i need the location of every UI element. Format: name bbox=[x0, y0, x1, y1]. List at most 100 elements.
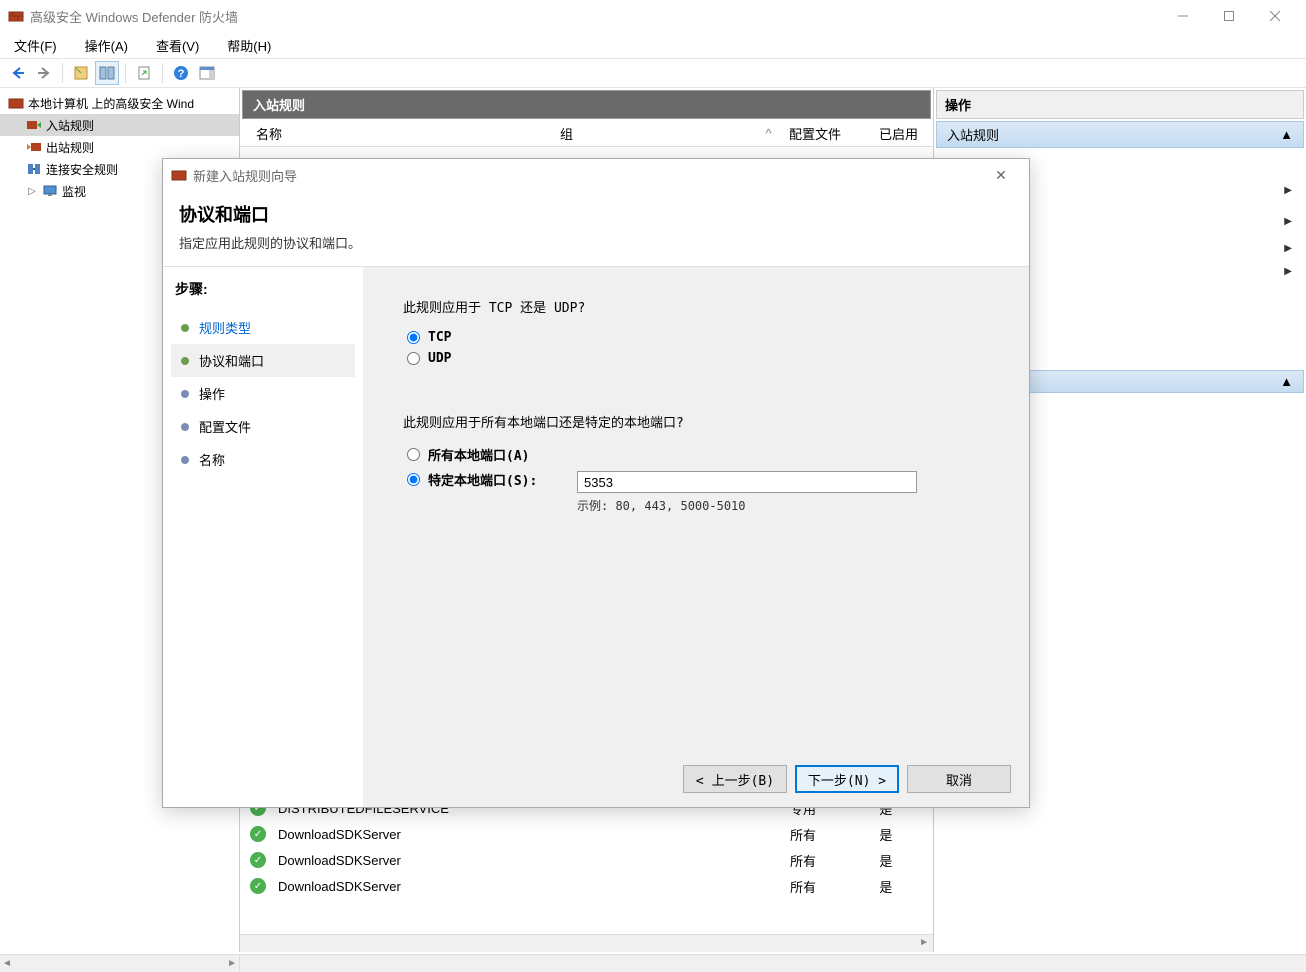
menu-file[interactable]: 文件(F) bbox=[6, 32, 65, 59]
toolbar-btn-view[interactable] bbox=[95, 61, 119, 85]
dialog-close-button[interactable]: ✕ bbox=[981, 161, 1021, 189]
col-enabled[interactable]: 已启用 bbox=[873, 124, 933, 143]
dialog-content: 此规则应用于 TCP 还是 UDP? TCP UDP 此规则应用于所有本地端口还… bbox=[363, 267, 1029, 807]
outbound-icon bbox=[26, 139, 42, 155]
rule-profile: 所有 bbox=[784, 825, 873, 844]
col-profile[interactable]: 配置文件 bbox=[783, 124, 873, 143]
cancel-button[interactable]: 取消 bbox=[907, 765, 1011, 793]
chevron-right-icon: ▶ bbox=[1284, 243, 1292, 254]
rules-list-title: 入站规则 bbox=[242, 90, 931, 119]
tree-outbound-rules[interactable]: 出站规则 bbox=[0, 136, 239, 158]
rule-enabled: 是 bbox=[873, 851, 933, 870]
tree-outbound-label: 出站规则 bbox=[46, 139, 94, 156]
step-action[interactable]: 操作 bbox=[171, 377, 355, 410]
table-row[interactable]: ✓ DownloadSDKServer 所有 是 bbox=[240, 873, 933, 899]
firewall-app-icon bbox=[8, 8, 24, 24]
step-bullet-icon bbox=[181, 357, 189, 365]
allow-icon: ✓ bbox=[250, 878, 266, 894]
toolbar-separator bbox=[62, 63, 63, 83]
table-row[interactable]: ✓ DownloadSDKServer 所有 是 bbox=[240, 821, 933, 847]
toolbar-btn-panel[interactable] bbox=[195, 61, 219, 85]
menu-help[interactable]: 帮助(H) bbox=[219, 32, 279, 59]
minimize-button[interactable] bbox=[1160, 0, 1206, 32]
toolbar-btn-help[interactable]: ? bbox=[169, 61, 193, 85]
radio-all-ports-row[interactable]: 所有本地端口(A) bbox=[403, 445, 989, 464]
question-ports: 此规则应用于所有本地端口还是特定的本地端口? bbox=[403, 412, 989, 431]
toolbar-separator bbox=[162, 63, 163, 83]
radio-udp[interactable] bbox=[407, 352, 420, 365]
toolbar-separator bbox=[125, 63, 126, 83]
radio-tcp[interactable] bbox=[407, 331, 420, 344]
horizontal-scrollbar[interactable]: ◄ ► bbox=[240, 934, 933, 952]
chevron-right-icon: ▶ bbox=[1284, 266, 1292, 277]
menu-action[interactable]: 操作(A) bbox=[77, 32, 136, 59]
back-button[interactable]: < 上一步(B) bbox=[683, 765, 787, 793]
toolbar-btn-1[interactable] bbox=[69, 61, 93, 85]
rule-enabled: 是 bbox=[873, 877, 933, 896]
toolbar: ? bbox=[0, 58, 1306, 88]
rule-enabled: 是 bbox=[873, 825, 933, 844]
rule-profile: 所有 bbox=[784, 851, 873, 870]
allow-icon: ✓ bbox=[250, 826, 266, 842]
dialog-title: 新建入站规则向导 bbox=[193, 166, 981, 185]
actions-section-inbound[interactable]: 入站规则 ▲ bbox=[936, 121, 1304, 148]
dialog-body: 步骤: 规则类型 协议和端口 操作 配置文件 名称 此规则应用于 TCP 还是 … bbox=[163, 267, 1029, 807]
toolbar-btn-export[interactable] bbox=[132, 61, 156, 85]
tree-monitor-label: 监视 bbox=[62, 183, 86, 200]
expand-icon[interactable]: ▷ bbox=[26, 186, 38, 197]
svg-text:?: ? bbox=[178, 68, 185, 80]
window-title: 高级安全 Windows Defender 防火墙 bbox=[30, 7, 1160, 26]
menu-bar: 文件(F) 操作(A) 查看(V) 帮助(H) bbox=[0, 32, 1306, 58]
dialog-titlebar[interactable]: 新建入站规则向导 ✕ bbox=[163, 159, 1029, 191]
new-inbound-rule-wizard: 新建入站规则向导 ✕ 协议和端口 指定应用此规则的协议和端口。 步骤: 规则类型… bbox=[162, 158, 1030, 808]
firewall-icon bbox=[8, 95, 24, 111]
rule-name: DownloadSDKServer bbox=[272, 827, 574, 842]
rule-name: DownloadSDKServer bbox=[272, 853, 574, 868]
radio-udp-label: UDP bbox=[428, 351, 451, 366]
radio-udp-row[interactable]: UDP bbox=[403, 351, 989, 366]
collapse-icon: ▲ bbox=[1280, 374, 1293, 389]
allow-icon: ✓ bbox=[250, 852, 266, 868]
col-group[interactable]: 组 bbox=[554, 124, 754, 143]
window-controls bbox=[1160, 0, 1298, 32]
step-profile[interactable]: 配置文件 bbox=[171, 410, 355, 443]
tree-inbound-label: 入站规则 bbox=[46, 117, 94, 134]
port-input[interactable] bbox=[577, 471, 917, 493]
table-row[interactable]: ✓ DownloadSDKServer 所有 是 bbox=[240, 847, 933, 873]
port-example: 示例: 80, 443, 5000-5010 bbox=[577, 497, 989, 514]
dialog-header: 协议和端口 指定应用此规则的协议和端口。 bbox=[163, 191, 1029, 267]
actions-section-label: 入站规则 bbox=[947, 125, 999, 144]
inbound-icon bbox=[26, 117, 42, 133]
step-bullet-icon bbox=[181, 390, 189, 398]
connsec-icon bbox=[26, 161, 42, 177]
chevron-right-icon: ▶ bbox=[1284, 185, 1292, 196]
window-titlebar: 高级安全 Windows Defender 防火墙 bbox=[0, 0, 1306, 32]
radio-all-ports[interactable] bbox=[407, 448, 420, 461]
close-button[interactable] bbox=[1252, 0, 1298, 32]
next-button[interactable]: 下一步(N) > bbox=[795, 765, 899, 793]
radio-tcp-label: TCP bbox=[428, 330, 451, 345]
actions-header: 操作 bbox=[936, 90, 1304, 119]
nav-back-button[interactable] bbox=[6, 61, 30, 85]
tree-horizontal-scrollbar[interactable]: ◄► bbox=[0, 954, 1306, 972]
rule-profile: 所有 bbox=[784, 877, 873, 896]
step-bullet-icon bbox=[181, 324, 189, 332]
tree-connsec-label: 连接安全规则 bbox=[46, 161, 118, 178]
steps-label: 步骤: bbox=[171, 279, 355, 299]
tree-root[interactable]: 本地计算机 上的高级安全 Wind bbox=[0, 92, 239, 114]
firewall-icon bbox=[171, 167, 187, 183]
step-name[interactable]: 名称 bbox=[171, 443, 355, 476]
step-rule-type[interactable]: 规则类型 bbox=[171, 311, 355, 344]
list-header: 名称 组 ^ 配置文件 已启用 bbox=[240, 121, 933, 147]
tree-root-label: 本地计算机 上的高级安全 Wind bbox=[28, 95, 194, 112]
radio-all-ports-label: 所有本地端口(A) bbox=[428, 445, 529, 464]
radio-tcp-row[interactable]: TCP bbox=[403, 330, 989, 345]
dialog-buttons: < 上一步(B) 下一步(N) > 取消 bbox=[683, 765, 1011, 793]
col-name[interactable]: 名称 bbox=[250, 124, 554, 143]
maximize-button[interactable] bbox=[1206, 0, 1252, 32]
tree-inbound-rules[interactable]: 入站规则 bbox=[0, 114, 239, 136]
menu-view[interactable]: 查看(V) bbox=[148, 32, 207, 59]
step-protocol-port[interactable]: 协议和端口 bbox=[171, 344, 355, 377]
question-protocol: 此规则应用于 TCP 还是 UDP? bbox=[403, 297, 989, 316]
nav-forward-button[interactable] bbox=[32, 61, 56, 85]
